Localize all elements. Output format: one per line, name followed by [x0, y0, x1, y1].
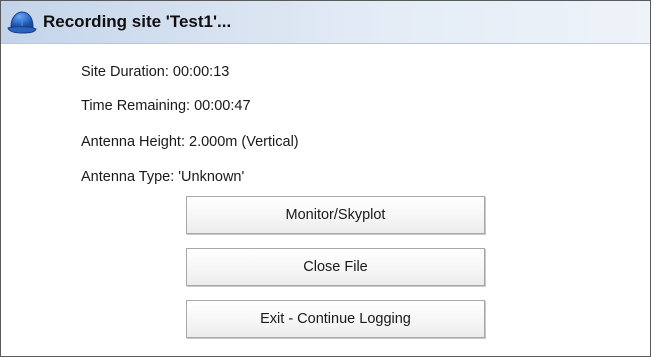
antenna-height-label: Antenna Height: 2.000m (Vertical) [81, 134, 299, 150]
dialog-title: Recording site 'Test1'... [43, 12, 232, 31]
antenna-type-label: Antenna Type: 'Unknown' [81, 169, 245, 185]
hard-hat-icon [7, 9, 37, 35]
site-duration-label: Site Duration: 00:00:13 [81, 64, 230, 80]
time-remaining-label: Time Remaining: 00:00:47 [81, 98, 251, 114]
exit-continue-logging-button[interactable]: Exit - Continue Logging [186, 300, 485, 338]
recording-dialog: Recording site 'Test1'... Site Duration:… [0, 0, 651, 357]
title-bar: Recording site 'Test1'... [1, 1, 650, 44]
monitor-skyplot-button[interactable]: Monitor/Skyplot [186, 196, 485, 234]
close-file-button[interactable]: Close File [186, 248, 485, 286]
dialog-content: Site Duration: 00:00:13 Time Remaining: … [1, 44, 650, 356]
